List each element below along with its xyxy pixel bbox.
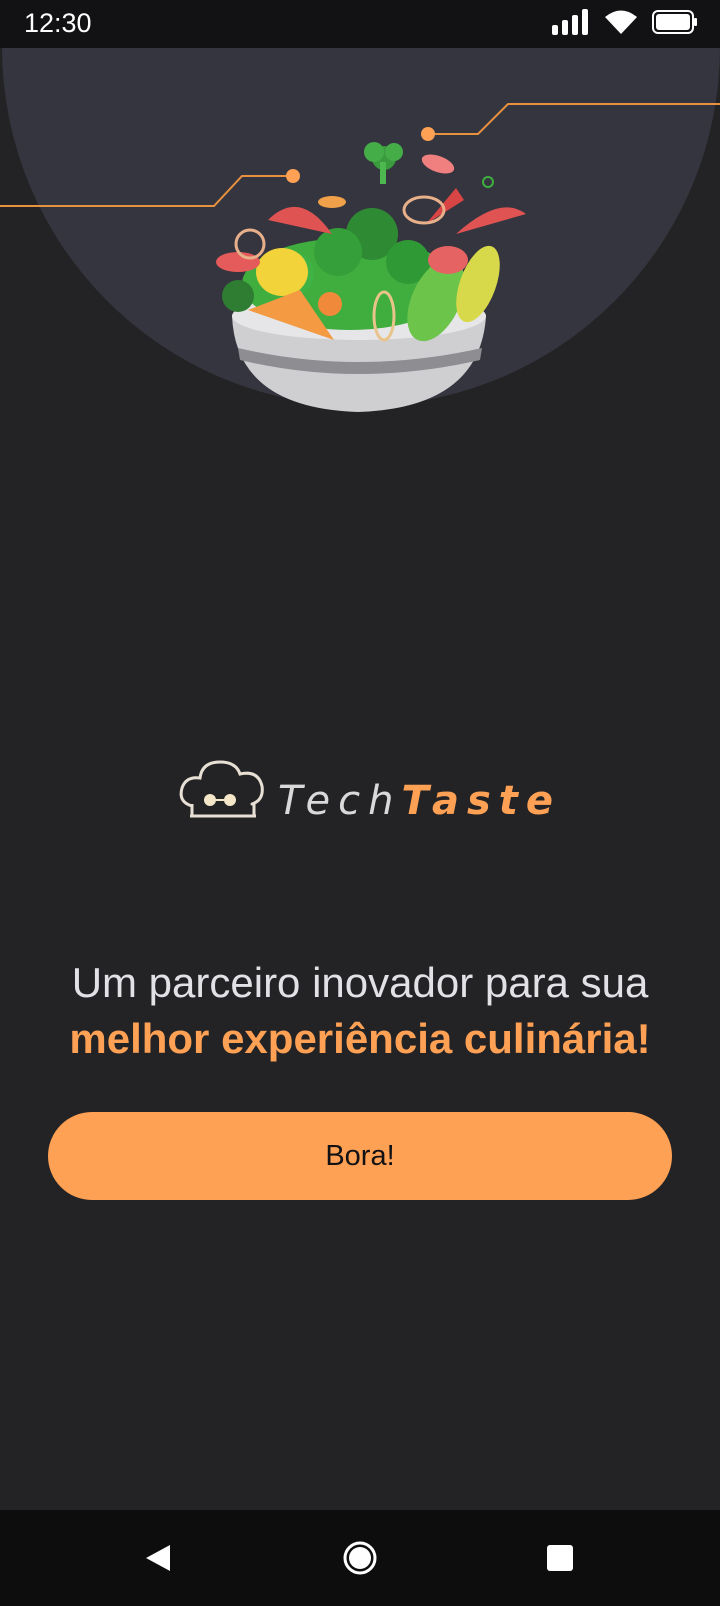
start-button-label: Bora! bbox=[325, 1139, 395, 1172]
battery-icon bbox=[652, 9, 698, 39]
status-bar: 12:30 bbox=[0, 0, 720, 48]
tagline: Um parceiro inovador para sua melhor exp… bbox=[0, 955, 720, 1067]
status-icons bbox=[552, 8, 698, 40]
logo-text-tech: Tech bbox=[278, 778, 402, 824]
navigation-bar bbox=[0, 1510, 720, 1606]
logo: TechTaste bbox=[178, 756, 553, 836]
logo-text: TechTaste bbox=[278, 778, 561, 824]
hero bbox=[0, 48, 720, 448]
home-icon[interactable] bbox=[340, 1538, 380, 1578]
tagline-line-1: Um parceiro inovador para sua bbox=[71, 959, 649, 1006]
recent-apps-icon[interactable] bbox=[540, 1538, 580, 1578]
salad-bowl-illustration bbox=[0, 103, 720, 412]
chef-hat-glasses-icon bbox=[178, 756, 268, 827]
logo-text-taste: Taste bbox=[401, 778, 562, 824]
status-time: 12:30 bbox=[24, 8, 92, 38]
signal-icon bbox=[552, 8, 590, 40]
back-icon[interactable] bbox=[138, 1538, 178, 1578]
start-button[interactable]: Bora! bbox=[48, 1112, 672, 1200]
wifi-icon bbox=[604, 9, 638, 40]
tagline-line-2: melhor experiência culinária! bbox=[69, 1015, 651, 1062]
